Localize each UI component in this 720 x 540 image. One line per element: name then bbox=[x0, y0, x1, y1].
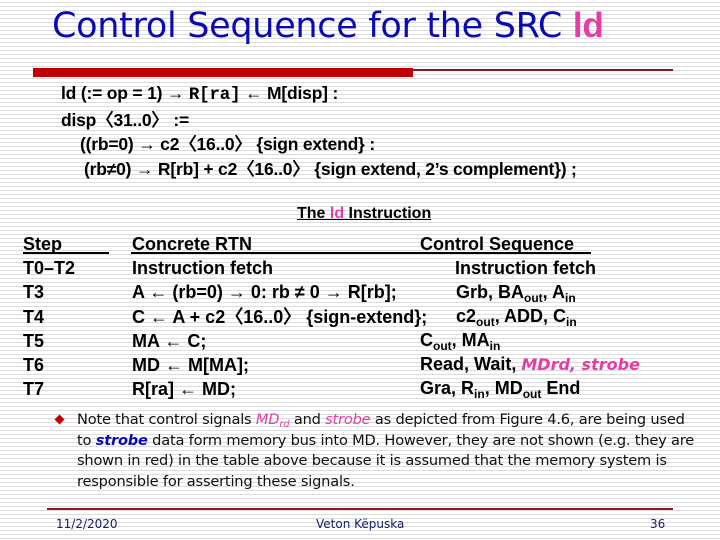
note-md: MD bbox=[255, 411, 280, 428]
table-caption: The ld Instruction bbox=[297, 205, 431, 223]
rtn-cell: MA ← C; bbox=[132, 330, 207, 351]
title-highlight: ld bbox=[572, 6, 604, 45]
control-subscript: out bbox=[476, 315, 495, 329]
control-text: End bbox=[541, 378, 581, 398]
step-cell: T0–T2 bbox=[23, 258, 76, 279]
note-strobe-emphasis: strobe bbox=[95, 431, 148, 449]
rtn-cell: Instruction fetch bbox=[132, 258, 274, 279]
rtn-register: R[ra] bbox=[188, 85, 241, 105]
note-text: Note that control signals bbox=[77, 411, 256, 428]
step-cell: T6 bbox=[23, 355, 45, 376]
note-rd-subscript: rd bbox=[279, 419, 290, 430]
rtn-text: ← M[disp] : bbox=[240, 83, 339, 103]
control-text: Grb, BA bbox=[456, 282, 525, 302]
footer-divider bbox=[47, 508, 673, 510]
rtn-cell: R[ra] ← MD; bbox=[132, 379, 236, 400]
control-subscript: in bbox=[474, 387, 485, 401]
step-cell: T3 bbox=[23, 282, 45, 303]
control-cell: Gra, Rin, MDout End bbox=[420, 376, 580, 400]
note-text: data form memory bus into MD. However, t… bbox=[77, 431, 695, 490]
control-text: , ADD, C bbox=[494, 306, 567, 326]
control-text: Gra, R bbox=[420, 378, 475, 398]
footer-date: 11/2/2020 bbox=[56, 517, 118, 531]
rtn-line-3: ((rb=0) → c2〈16..0〉 {sign extend} : bbox=[80, 134, 375, 154]
note-strobe-highlight: strobe bbox=[325, 411, 371, 428]
step-cell: T4 bbox=[23, 306, 45, 327]
caption-highlight: ld bbox=[329, 205, 345, 222]
header-control: Control Sequence bbox=[420, 234, 575, 254]
control-cell: c2out, ADD, Cin bbox=[456, 304, 577, 328]
rtn-cell: C ← A + c2〈16..0〉 {sign-extend}; bbox=[132, 306, 428, 327]
rtn-cell: MD ← M[MA]; bbox=[132, 355, 249, 376]
note-md-rd: MDrd bbox=[255, 411, 290, 430]
header-step: Step bbox=[23, 234, 63, 254]
title-underline-accent bbox=[33, 68, 413, 77]
diamond-bullet-icon bbox=[54, 414, 65, 425]
control-subscript: in bbox=[565, 291, 576, 305]
slide-title: Control Sequence for the SRC ld bbox=[52, 6, 604, 46]
control-text: , A bbox=[542, 282, 566, 302]
rtn-cell: A ← (rb=0) → 0: rb ≠ 0 → R[rb]; bbox=[132, 282, 397, 303]
control-subscript: out bbox=[524, 291, 543, 305]
footer-author: Veton Këpuska bbox=[316, 517, 405, 531]
control-text: c2 bbox=[456, 306, 477, 326]
control-cell: Grb, BAout, Ain bbox=[456, 280, 576, 304]
rtn-line-4: (rb≠0) → R[rb] + c2〈16..0〉 {sign extend,… bbox=[84, 159, 577, 179]
rtn-line-1: ld (:= op = 1) → R[ra] ← M[disp] : bbox=[61, 83, 338, 105]
footer-page-number: 36 bbox=[650, 517, 666, 531]
control-text: Read, Wait, bbox=[420, 354, 522, 374]
control-subscript: in bbox=[489, 339, 501, 353]
control-text: , MD bbox=[484, 378, 523, 398]
control-text: , MA bbox=[451, 330, 490, 350]
step-cell: T5 bbox=[23, 330, 45, 351]
control-subscript: out bbox=[522, 387, 542, 401]
control-cell: Cout, MAin bbox=[420, 328, 500, 352]
rtn-column: Concrete RTN Instruction fetch A ← (rb=0… bbox=[132, 232, 427, 401]
step-cell: T7 bbox=[23, 379, 45, 400]
caption-text: Instruction bbox=[344, 205, 432, 222]
control-cell: Read, Wait, MDrd, strobe bbox=[420, 352, 640, 377]
rtn-text: ld (:= op = 1) → bbox=[61, 83, 189, 103]
control-text: C bbox=[420, 330, 433, 350]
control-highlight: MDrd, strobe bbox=[521, 355, 640, 374]
control-cell: Instruction fetch bbox=[455, 258, 597, 278]
caption-text: The bbox=[297, 205, 330, 222]
rtn-line-2: disp〈31..0〉 := bbox=[61, 110, 190, 130]
title-text: Control Sequence for the SRC bbox=[52, 6, 573, 46]
note-text: and bbox=[289, 411, 326, 428]
step-column: Step T0–T2 T3 T4 T5 T6 T7 bbox=[23, 232, 75, 401]
control-subscript: out bbox=[433, 339, 452, 353]
control-subscript: in bbox=[566, 315, 577, 329]
header-rtn: Concrete RTN bbox=[132, 234, 253, 254]
note-paragraph: Note that control signals MDrd and strob… bbox=[77, 410, 697, 492]
